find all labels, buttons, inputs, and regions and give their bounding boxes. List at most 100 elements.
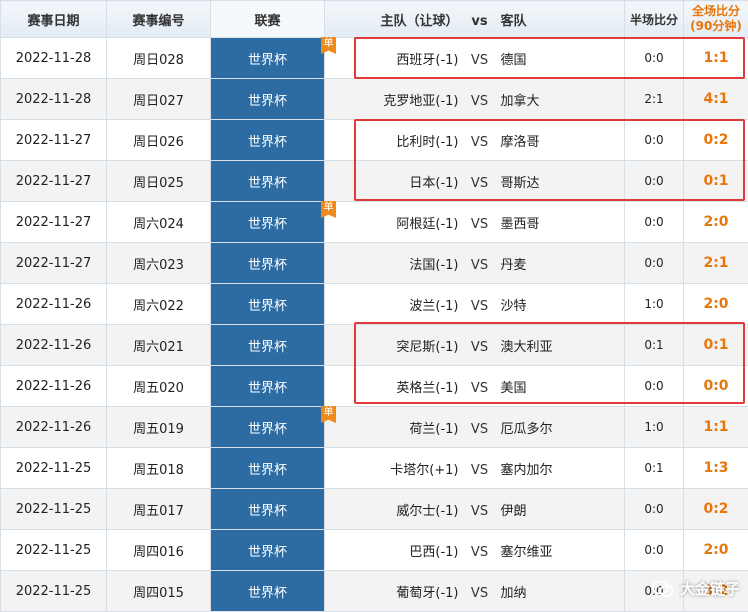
away-team: 哥斯达: [501, 172, 611, 191]
league-cell[interactable]: 世界杯: [211, 79, 325, 120]
full-score-cell: 1:3: [684, 448, 748, 489]
match-cell: 卡塔尔(+1)VS塞内加尔: [325, 448, 625, 489]
home-team: 克罗地亚(-1): [339, 90, 459, 109]
league-cell[interactable]: 世界杯单: [211, 407, 325, 448]
league-cell[interactable]: 世界杯单: [211, 202, 325, 243]
header-away: 客队: [501, 10, 611, 29]
header-full: 全场比分 (90分钟): [684, 1, 748, 38]
table-row: 2022-11-28周日027世界杯克罗地亚(-1)VS加拿大2:14:1: [1, 79, 748, 120]
table-row: 2022-11-27周日026世界杯比利时(-1)VS摩洛哥0:00:2: [1, 120, 748, 161]
code-cell: 周四015: [107, 571, 211, 612]
vs-label: VS: [459, 422, 501, 437]
half-score-cell: 0:0: [625, 38, 684, 79]
home-team: 波兰(-1): [339, 295, 459, 314]
match-cell: 西班牙(-1)VS德国: [325, 38, 625, 79]
away-team: 丹麦: [501, 254, 611, 273]
table-row: 2022-11-25周五017世界杯威尔士(-1)VS伊朗0:00:2: [1, 489, 748, 530]
match-cell: 突尼斯(-1)VS澳大利亚: [325, 325, 625, 366]
half-score-cell: 0:0: [625, 120, 684, 161]
home-team: 西班牙(-1): [339, 49, 459, 68]
league-label: 世界杯: [248, 217, 287, 232]
vs-label: VS: [459, 53, 501, 68]
date-cell: 2022-11-27: [1, 161, 107, 202]
league-label: 世界杯: [248, 340, 287, 355]
full-score-cell: 2:0: [684, 202, 748, 243]
code-cell: 周六023: [107, 243, 211, 284]
league-cell[interactable]: 世界杯: [211, 448, 325, 489]
vs-label: VS: [459, 135, 501, 150]
full-score-cell: 0:2: [684, 120, 748, 161]
league-cell[interactable]: 世界杯: [211, 325, 325, 366]
table-row: 2022-11-26周六021世界杯突尼斯(-1)VS澳大利亚0:10:1: [1, 325, 748, 366]
home-team: 日本(-1): [339, 172, 459, 191]
code-cell: 周日025: [107, 161, 211, 202]
vs-label: VS: [459, 258, 501, 273]
code-cell: 周五020: [107, 366, 211, 407]
match-cell: 法国(-1)VS丹麦: [325, 243, 625, 284]
league-label: 世界杯: [248, 258, 287, 273]
vs-label: VS: [459, 545, 501, 560]
full-score-cell: 1:1: [684, 407, 748, 448]
code-cell: 周四016: [107, 530, 211, 571]
league-cell[interactable]: 世界杯: [211, 243, 325, 284]
half-score-cell: 0:0: [625, 489, 684, 530]
date-cell: 2022-11-26: [1, 325, 107, 366]
code-cell: 周六024: [107, 202, 211, 243]
away-team: 墨西哥: [501, 213, 611, 232]
code-cell: 周六022: [107, 284, 211, 325]
code-cell: 周日026: [107, 120, 211, 161]
league-label: 世界杯: [248, 94, 287, 109]
league-cell[interactable]: 世界杯: [211, 161, 325, 202]
header-full-subtitle: (90分钟): [684, 19, 748, 34]
league-label: 世界杯: [248, 299, 287, 314]
code-cell: 周六021: [107, 325, 211, 366]
home-team: 荷兰(-1): [339, 418, 459, 437]
half-score-cell: 1:0: [625, 407, 684, 448]
league-label: 世界杯: [248, 381, 287, 396]
date-cell: 2022-11-25: [1, 448, 107, 489]
full-score-cell: 2:1: [684, 243, 748, 284]
code-cell: 周日027: [107, 79, 211, 120]
date-cell: 2022-11-27: [1, 120, 107, 161]
half-score-cell: 0:1: [625, 325, 684, 366]
date-cell: 2022-11-25: [1, 530, 107, 571]
away-team: 美国: [501, 377, 611, 396]
league-cell[interactable]: 世界杯: [211, 530, 325, 571]
league-label: 世界杯: [248, 504, 287, 519]
league-cell[interactable]: 世界杯: [211, 366, 325, 407]
league-cell[interactable]: 世界杯: [211, 571, 325, 612]
match-cell: 威尔士(-1)VS伊朗: [325, 489, 625, 530]
home-team: 葡萄牙(-1): [339, 582, 459, 601]
away-team: 伊朗: [501, 500, 611, 519]
league-cell[interactable]: 世界杯: [211, 284, 325, 325]
header-half: 半场比分: [625, 1, 684, 38]
header-league: 联赛: [211, 1, 325, 38]
header-code: 赛事编号: [107, 1, 211, 38]
home-team: 阿根廷(-1): [339, 213, 459, 232]
league-cell[interactable]: 世界杯: [211, 489, 325, 530]
header-vs: vs: [459, 14, 501, 29]
match-cell: 阿根廷(-1)VS墨西哥: [325, 202, 625, 243]
match-cell: 巴西(-1)VS塞尔维亚: [325, 530, 625, 571]
league-cell[interactable]: 世界杯: [211, 120, 325, 161]
away-team: 德国: [501, 49, 611, 68]
league-label: 世界杯: [248, 53, 287, 68]
home-team: 巴西(-1): [339, 541, 459, 560]
away-team: 塞尔维亚: [501, 541, 611, 560]
date-cell: 2022-11-25: [1, 489, 107, 530]
league-label: 世界杯: [248, 463, 287, 478]
half-score-cell: 0:0: [625, 202, 684, 243]
table-row: 2022-11-26周五020世界杯英格兰(-1)VS美国0:00:0: [1, 366, 748, 407]
away-team: 加纳: [501, 582, 611, 601]
table-row: 2022-11-27周六023世界杯法国(-1)VS丹麦0:02:1: [1, 243, 748, 284]
away-team: 摩洛哥: [501, 131, 611, 150]
league-cell[interactable]: 世界杯单: [211, 38, 325, 79]
table-row: 2022-11-25周四016世界杯巴西(-1)VS塞尔维亚0:02:0: [1, 530, 748, 571]
full-score-cell: 2:0: [684, 284, 748, 325]
table-row: 2022-11-26周六022世界杯波兰(-1)VS沙特1:02:0: [1, 284, 748, 325]
watermark: 大金链子: [652, 578, 740, 599]
full-score-cell: 0:0: [684, 366, 748, 407]
league-label: 世界杯: [248, 545, 287, 560]
date-cell: 2022-11-26: [1, 284, 107, 325]
table-row: 2022-11-27周六024世界杯单阿根廷(-1)VS墨西哥0:02:0: [1, 202, 748, 243]
